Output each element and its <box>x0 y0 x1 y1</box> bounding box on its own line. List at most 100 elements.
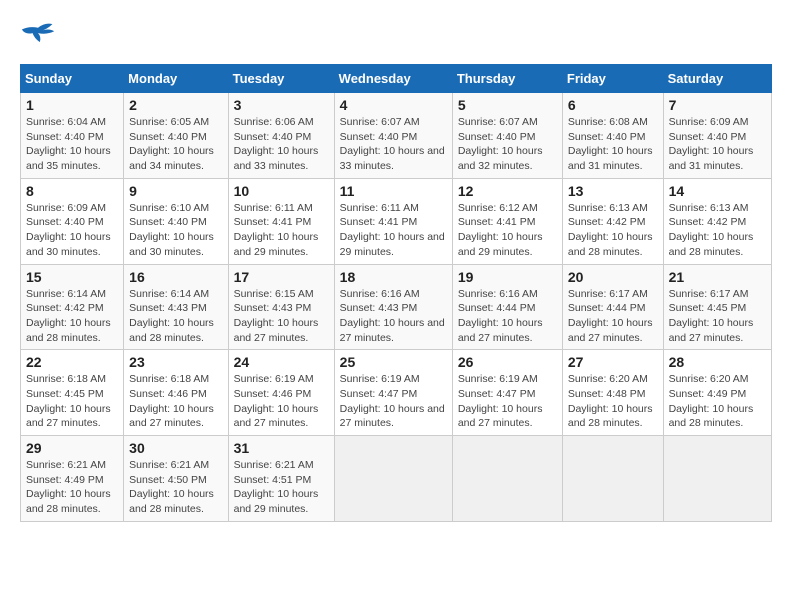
calendar-row-1: 8 Sunrise: 6:09 AMSunset: 4:40 PMDaylight… <box>21 178 772 264</box>
day-info: Sunrise: 6:19 AMSunset: 4:47 PMDaylight:… <box>458 372 557 431</box>
day-number: 1 <box>26 97 118 113</box>
day-info: Sunrise: 6:19 AMSunset: 4:47 PMDaylight:… <box>340 372 447 431</box>
day-number: 15 <box>26 269 118 285</box>
day-number: 6 <box>568 97 658 113</box>
day-info: Sunrise: 6:16 AMSunset: 4:44 PMDaylight:… <box>458 287 557 346</box>
calendar-cell: 11Sunrise: 6:11 AMSunset: 4:41 PMDayligh… <box>334 178 452 264</box>
day-info: Sunrise: 6:04 AMSunset: 4:40 PMDaylight:… <box>26 115 118 174</box>
day-number: 26 <box>458 354 557 370</box>
day-info: Sunrise: 6:08 AMSunset: 4:40 PMDaylight:… <box>568 115 658 174</box>
day-number: 29 <box>26 440 118 456</box>
calendar-cell: 26 Sunrise: 6:19 AMSunset: 4:47 PMDayligh… <box>452 350 562 436</box>
day-info: Sunrise: 6:09 AMSunset: 4:40 PMDaylight:… <box>669 115 766 174</box>
column-header-wednesday: Wednesday <box>334 65 452 93</box>
day-info: Sunrise: 6:20 AMSunset: 4:49 PMDaylight:… <box>669 372 766 431</box>
column-header-sunday: Sunday <box>21 65 124 93</box>
day-number: 13 <box>568 183 658 199</box>
day-info: Sunrise: 6:09 AMSunset: 4:40 PMDaylight:… <box>26 201 118 260</box>
column-header-saturday: Saturday <box>663 65 771 93</box>
calendar-cell: 3 Sunrise: 6:06 AMSunset: 4:40 PMDaylight… <box>228 93 334 179</box>
day-info: Sunrise: 6:07 AMSunset: 4:40 PMDaylight:… <box>340 115 447 174</box>
day-number: 14 <box>669 183 766 199</box>
calendar-cell: 23 Sunrise: 6:18 AMSunset: 4:46 PMDayligh… <box>124 350 228 436</box>
day-info: Sunrise: 6:13 AMSunset: 4:42 PMDaylight:… <box>669 201 766 260</box>
day-info: Sunrise: 6:10 AMSunset: 4:40 PMDaylight:… <box>129 201 222 260</box>
day-info: Sunrise: 6:17 AMSunset: 4:45 PMDaylight:… <box>669 287 766 346</box>
day-number: 23 <box>129 354 222 370</box>
calendar-cell: 16 Sunrise: 6:14 AMSunset: 4:43 PMDayligh… <box>124 264 228 350</box>
calendar-cell: 2 Sunrise: 6:05 AMSunset: 4:40 PMDaylight… <box>124 93 228 179</box>
day-number: 20 <box>568 269 658 285</box>
calendar-cell: 13 Sunrise: 6:13 AMSunset: 4:42 PMDayligh… <box>562 178 663 264</box>
calendar-row-2: 15Sunrise: 6:14 AMSunset: 4:42 PMDayligh… <box>21 264 772 350</box>
day-number: 31 <box>234 440 329 456</box>
calendar-cell: 1 Sunrise: 6:04 AMSunset: 4:40 PMDaylight… <box>21 93 124 179</box>
day-info: Sunrise: 6:14 AMSunset: 4:43 PMDaylight:… <box>129 287 222 346</box>
day-number: 19 <box>458 269 557 285</box>
calendar-cell: 15Sunrise: 6:14 AMSunset: 4:42 PMDayligh… <box>21 264 124 350</box>
calendar-header-row: SundayMondayTuesdayWednesdayThursdayFrid… <box>21 65 772 93</box>
calendar-row-3: 22 Sunrise: 6:18 AMSunset: 4:45 PMDayligh… <box>21 350 772 436</box>
day-number: 22 <box>26 354 118 370</box>
calendar-cell: 8 Sunrise: 6:09 AMSunset: 4:40 PMDaylight… <box>21 178 124 264</box>
day-number: 17 <box>234 269 329 285</box>
calendar-cell: 6 Sunrise: 6:08 AMSunset: 4:40 PMDaylight… <box>562 93 663 179</box>
day-number: 5 <box>458 97 557 113</box>
day-number: 27 <box>568 354 658 370</box>
calendar-cell <box>562 436 663 522</box>
day-info: Sunrise: 6:19 AMSunset: 4:46 PMDaylight:… <box>234 372 329 431</box>
day-info: Sunrise: 6:18 AMSunset: 4:45 PMDaylight:… <box>26 372 118 431</box>
calendar-cell: 17 Sunrise: 6:15 AMSunset: 4:43 PMDayligh… <box>228 264 334 350</box>
day-number: 8 <box>26 183 118 199</box>
day-number: 4 <box>340 97 447 113</box>
calendar-cell: 20 Sunrise: 6:17 AMSunset: 4:44 PMDayligh… <box>562 264 663 350</box>
column-header-thursday: Thursday <box>452 65 562 93</box>
logo-icon <box>20 20 56 48</box>
calendar-cell: 9 Sunrise: 6:10 AMSunset: 4:40 PMDaylight… <box>124 178 228 264</box>
header <box>20 20 772 48</box>
calendar-cell: 25 Sunrise: 6:19 AMSunset: 4:47 PMDayligh… <box>334 350 452 436</box>
day-number: 12 <box>458 183 557 199</box>
day-info: Sunrise: 6:20 AMSunset: 4:48 PMDaylight:… <box>568 372 658 431</box>
calendar-row-0: 1 Sunrise: 6:04 AMSunset: 4:40 PMDaylight… <box>21 93 772 179</box>
calendar-cell: 18 Sunrise: 6:16 AMSunset: 4:43 PMDayligh… <box>334 264 452 350</box>
calendar-cell: 30 Sunrise: 6:21 AMSunset: 4:50 PMDayligh… <box>124 436 228 522</box>
day-number: 3 <box>234 97 329 113</box>
day-number: 9 <box>129 183 222 199</box>
day-number: 25 <box>340 354 447 370</box>
logo <box>20 20 60 48</box>
day-info: Sunrise: 6:16 AMSunset: 4:43 PMDaylight:… <box>340 287 447 346</box>
calendar-cell: 21 Sunrise: 6:17 AMSunset: 4:45 PMDayligh… <box>663 264 771 350</box>
day-info: Sunrise: 6:21 AMSunset: 4:50 PMDaylight:… <box>129 458 222 517</box>
column-header-tuesday: Tuesday <box>228 65 334 93</box>
day-number: 11 <box>340 183 447 199</box>
day-number: 18 <box>340 269 447 285</box>
day-info: Sunrise: 6:12 AMSunset: 4:41 PMDaylight:… <box>458 201 557 260</box>
day-info: Sunrise: 6:11 AMSunset: 4:41 PMDaylight:… <box>234 201 329 260</box>
day-info: Sunrise: 6:17 AMSunset: 4:44 PMDaylight:… <box>568 287 658 346</box>
calendar-cell: 22 Sunrise: 6:18 AMSunset: 4:45 PMDayligh… <box>21 350 124 436</box>
day-info: Sunrise: 6:07 AMSunset: 4:40 PMDaylight:… <box>458 115 557 174</box>
calendar-table: SundayMondayTuesdayWednesdayThursdayFrid… <box>20 64 772 522</box>
calendar-cell <box>334 436 452 522</box>
calendar-cell: 5 Sunrise: 6:07 AMSunset: 4:40 PMDaylight… <box>452 93 562 179</box>
day-info: Sunrise: 6:13 AMSunset: 4:42 PMDaylight:… <box>568 201 658 260</box>
day-info: Sunrise: 6:18 AMSunset: 4:46 PMDaylight:… <box>129 372 222 431</box>
day-info: Sunrise: 6:06 AMSunset: 4:40 PMDaylight:… <box>234 115 329 174</box>
calendar-cell: 14 Sunrise: 6:13 AMSunset: 4:42 PMDayligh… <box>663 178 771 264</box>
day-number: 16 <box>129 269 222 285</box>
day-info: Sunrise: 6:15 AMSunset: 4:43 PMDaylight:… <box>234 287 329 346</box>
calendar-cell <box>663 436 771 522</box>
calendar-cell: 10Sunrise: 6:11 AMSunset: 4:41 PMDayligh… <box>228 178 334 264</box>
calendar-cell: 19 Sunrise: 6:16 AMSunset: 4:44 PMDayligh… <box>452 264 562 350</box>
calendar-cell <box>452 436 562 522</box>
calendar-cell: 29 Sunrise: 6:21 AMSunset: 4:49 PMDayligh… <box>21 436 124 522</box>
day-info: Sunrise: 6:21 AMSunset: 4:49 PMDaylight:… <box>26 458 118 517</box>
calendar-cell: 28Sunrise: 6:20 AMSunset: 4:49 PMDayligh… <box>663 350 771 436</box>
day-number: 30 <box>129 440 222 456</box>
day-number: 2 <box>129 97 222 113</box>
calendar-cell: 24Sunrise: 6:19 AMSunset: 4:46 PMDayligh… <box>228 350 334 436</box>
day-info: Sunrise: 6:05 AMSunset: 4:40 PMDaylight:… <box>129 115 222 174</box>
calendar-cell: 4 Sunrise: 6:07 AMSunset: 4:40 PMDaylight… <box>334 93 452 179</box>
day-number: 21 <box>669 269 766 285</box>
